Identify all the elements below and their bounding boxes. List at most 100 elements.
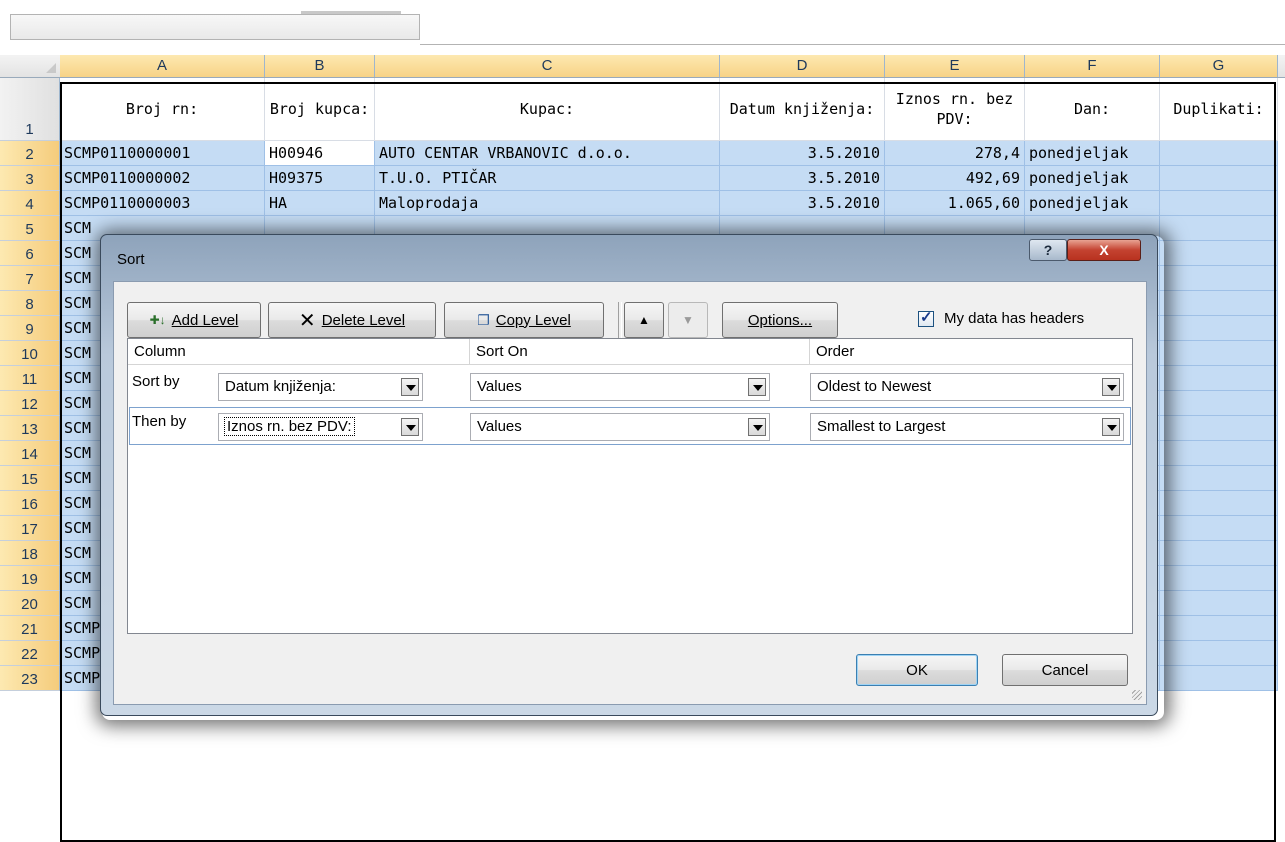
row-header[interactable]: 8 [0,291,60,316]
row-header[interactable]: 19 [0,566,60,591]
row-header[interactable]: 16 [0,491,60,516]
table-cell[interactable] [1160,516,1278,541]
name-box[interactable] [10,11,420,40]
table-cell[interactable] [1160,666,1278,691]
column-header-e[interactable]: E [885,55,1025,77]
table-cell[interactable] [1160,491,1278,516]
row-header[interactable]: 23 [0,666,60,691]
dropdown-arrow-icon[interactable] [401,378,419,396]
header-cell[interactable]: Dan: [1025,78,1160,141]
header-cell[interactable]: Iznos rn. bez PDV: [885,78,1025,141]
table-cell[interactable]: ponedjeljak [1025,141,1160,166]
checkbox-checked-icon[interactable] [918,308,934,327]
column-header-b[interactable]: B [265,55,375,77]
column-header-c[interactable]: C [375,55,720,77]
row-header[interactable]: 15 [0,466,60,491]
table-cell[interactable]: HA [265,191,375,216]
delete-level-button[interactable]: ✕ Delete Level [268,302,436,338]
row-header[interactable]: 21 [0,616,60,641]
order-select[interactable]: Oldest to Newest [810,373,1124,401]
row-header[interactable]: 22 [0,641,60,666]
table-cell[interactable]: 1.065,60 [885,191,1025,216]
table-cell[interactable]: AUTO CENTAR VRBANOVIC d.o.o. [375,141,720,166]
add-level-button[interactable]: ✚↓ Add Level [127,302,261,338]
row-header[interactable]: 9 [0,316,60,341]
table-cell[interactable] [1160,541,1278,566]
order-select[interactable]: Smallest to Largest [810,413,1124,441]
table-cell[interactable] [1160,416,1278,441]
row-header[interactable]: 1 [0,78,60,141]
table-cell[interactable]: ponedjeljak [1025,166,1160,191]
header-cell[interactable]: Kupac: [375,78,720,141]
headers-checkbox[interactable]: My data has headers [918,308,1084,327]
move-down-button[interactable]: ▼ [668,302,708,338]
options-button[interactable]: Options... [722,302,838,338]
column-select[interactable]: Iznos rn. bez PDV: [218,413,423,441]
table-cell[interactable] [1160,141,1278,166]
column-header-f[interactable]: F [1025,55,1160,77]
close-button[interactable]: X [1067,239,1141,261]
row-header[interactable]: 14 [0,441,60,466]
dropdown-arrow-icon[interactable] [401,418,419,436]
help-button[interactable]: ? [1029,239,1067,261]
row-header[interactable]: 6 [0,241,60,266]
row-header[interactable]: 7 [0,266,60,291]
table-cell[interactable]: SCMP0110000001 [60,141,265,166]
header-cell[interactable]: Duplikati: [1160,78,1278,141]
copy-level-button[interactable]: ❐ Copy Level [444,302,604,338]
table-cell[interactable]: 3.5.2010 [720,141,885,166]
column-header-a[interactable]: A [60,55,265,77]
table-cell[interactable]: SCMP0110000002 [60,166,265,191]
cancel-button[interactable]: Cancel [1002,654,1128,686]
table-cell[interactable] [1160,366,1278,391]
row-header[interactable]: 3 [0,166,60,191]
table-cell[interactable] [1160,591,1278,616]
table-cell[interactable] [1160,216,1278,241]
table-cell[interactable]: ponedjeljak [1025,191,1160,216]
column-select[interactable]: Datum knjiženja: [218,373,423,401]
table-cell[interactable]: SCMP0110000003 [60,191,265,216]
table-cell[interactable]: Maloprodaja [375,191,720,216]
table-cell[interactable] [1160,641,1278,666]
header-cell[interactable]: Broj kupca: [265,78,375,141]
ok-button[interactable]: OK [856,654,978,686]
header-cell[interactable]: Broj rn: [60,78,265,141]
dropdown-arrow-icon[interactable] [748,418,766,436]
column-header-g[interactable]: G [1160,55,1278,77]
table-cell[interactable]: 3.5.2010 [720,191,885,216]
dropdown-arrow-icon[interactable] [1102,378,1120,396]
row-header[interactable]: 20 [0,591,60,616]
table-cell[interactable]: T.U.O. PTIČAR [375,166,720,191]
table-cell[interactable]: H09375 [265,166,375,191]
table-cell[interactable] [1160,191,1278,216]
table-cell[interactable] [1160,291,1278,316]
header-cell[interactable]: Datum knjiženja: [720,78,885,141]
row-header[interactable]: 13 [0,416,60,441]
table-cell[interactable] [1160,316,1278,341]
row-header[interactable]: 4 [0,191,60,216]
table-cell[interactable] [1160,266,1278,291]
sort-level-row[interactable]: Sort by Datum knjiženja: Values Oldest t… [128,367,1132,407]
table-cell[interactable] [1160,341,1278,366]
row-header[interactable]: 10 [0,341,60,366]
move-up-button[interactable]: ▲ [624,302,664,338]
sort-on-select[interactable]: Values [470,373,770,401]
table-cell[interactable] [1160,566,1278,591]
sort-on-select[interactable]: Values [470,413,770,441]
row-header[interactable]: 17 [0,516,60,541]
table-cell[interactable]: 492,69 [885,166,1025,191]
select-all-corner[interactable] [0,55,61,77]
table-cell[interactable] [1160,466,1278,491]
table-cell[interactable]: 278,4 [885,141,1025,166]
dropdown-arrow-icon[interactable] [748,378,766,396]
table-cell[interactable]: H00946 [265,141,375,166]
table-cell[interactable] [1160,441,1278,466]
row-header[interactable]: 18 [0,541,60,566]
row-header[interactable]: 2 [0,141,60,166]
row-header[interactable]: 11 [0,366,60,391]
resize-grip[interactable] [1132,690,1142,700]
table-cell[interactable] [1160,391,1278,416]
table-cell[interactable] [1160,616,1278,641]
sort-level-row[interactable]: Then by Iznos rn. bez PDV: Values Smalle… [128,407,1132,447]
table-cell[interactable] [1160,241,1278,266]
